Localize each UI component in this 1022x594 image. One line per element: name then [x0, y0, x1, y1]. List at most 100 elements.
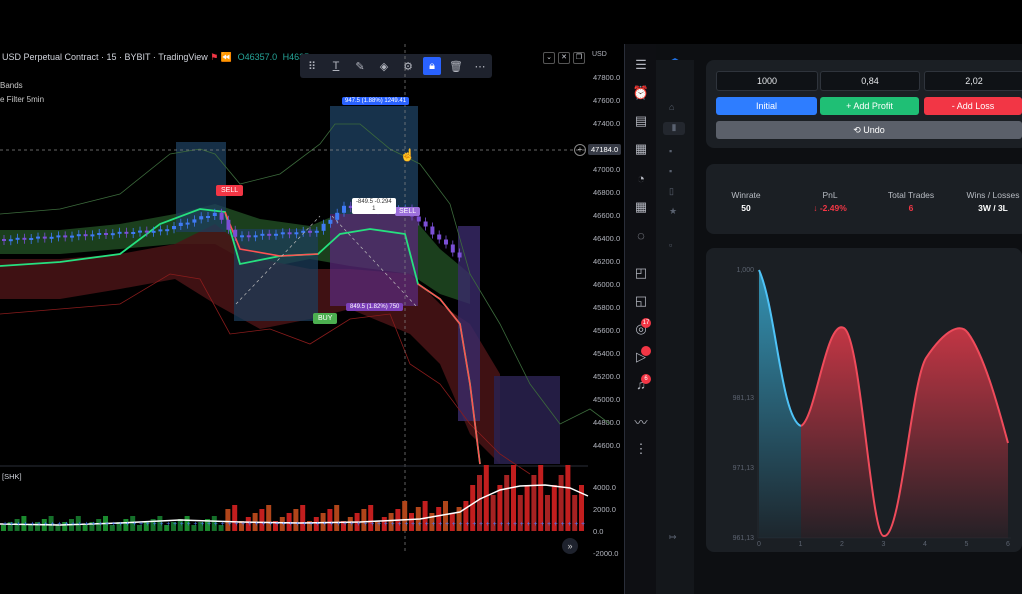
copy-icon[interactable]: ▫ — [669, 240, 672, 250]
tradingview-chart[interactable]: USD Perpetual Contract · 15 · BYBIT · Tr… — [0, 0, 624, 594]
initial-button[interactable]: Initial — [716, 97, 817, 115]
price-tick-label: 47800.0 — [593, 73, 620, 82]
position-box — [234, 229, 318, 321]
candle — [246, 235, 251, 238]
signal-marker: + — [438, 521, 442, 528]
candle — [294, 232, 299, 235]
logout-icon[interactable]: ↦ — [669, 532, 677, 543]
equity-x-tick: 0 — [757, 541, 761, 548]
signal-marker: + — [119, 521, 123, 528]
grid-icon[interactable]: ▪ — [669, 166, 672, 176]
price-tick-label: 46000.0 — [593, 280, 620, 289]
candle — [97, 233, 102, 235]
signal-marker: + — [105, 521, 109, 528]
candle — [206, 216, 210, 218]
add-profit-button[interactable]: + Add Profit — [820, 97, 919, 115]
signal-marker: + — [527, 521, 531, 528]
candle — [76, 234, 81, 237]
signal-marker: + — [64, 521, 68, 528]
equity-y-tick: 961,13 — [733, 535, 755, 542]
candle — [124, 231, 129, 234]
add-loss-button[interactable]: - Add Loss — [924, 97, 1022, 115]
data-window-icon[interactable]: ▤ — [632, 112, 650, 130]
signal-marker: + — [540, 521, 544, 528]
candle — [117, 231, 122, 234]
timer-icon[interactable]: ◔ — [632, 170, 650, 188]
undo-button[interactable]: ⟲ Undo — [716, 121, 1022, 139]
equity-x-tick: 4 — [923, 541, 927, 548]
signal-marker: + — [425, 521, 429, 528]
candle — [144, 230, 149, 233]
candle — [280, 232, 285, 235]
alarm-clock-icon[interactable]: ⏰ — [632, 84, 650, 102]
sell-signal-tag: SELL — [216, 185, 244, 196]
chat-icon[interactable]: ◰ — [632, 264, 650, 282]
volume-axis: 4000.0 2000.0 0.0 -2000.0 — [593, 483, 618, 558]
pine-icon[interactable]: 〰 — [632, 414, 650, 432]
stat-pnl: PnL ↓ -2.49% — [800, 190, 860, 213]
list-icon[interactable]: ▪ — [669, 146, 672, 156]
signal-marker: + — [377, 521, 381, 528]
signal-marker: + — [193, 521, 197, 528]
star-icon[interactable]: ★ — [669, 206, 677, 217]
sub-pane-label: [SHK] — [2, 472, 22, 481]
dom-icon[interactable]: ⋮ — [632, 440, 650, 458]
price-tick-label: 46600.0 — [593, 211, 620, 220]
signal-marker: + — [10, 521, 14, 528]
candle — [199, 216, 204, 220]
price-chart[interactable]: 47800.047600.047400.047200.047000.046800… — [0, 44, 624, 594]
stat-total-trades: Total Trades 6 — [876, 190, 946, 213]
signal-marker: + — [289, 521, 293, 528]
price-tick-label: 45200.0 — [593, 372, 620, 381]
signal-marker: + — [343, 521, 347, 528]
candle — [8, 239, 13, 242]
signal-marker: + — [370, 521, 374, 528]
signal-marker: + — [581, 521, 585, 528]
app-sidebar: ⌂ ▮ ▪ ▪ ▯ ★ ▫ ↦ — [656, 60, 694, 594]
signal-marker: + — [112, 521, 116, 528]
candle — [219, 212, 224, 220]
price-tick-label: 44800.0 — [593, 418, 620, 427]
news-icon[interactable]: ▦ — [632, 140, 650, 158]
signal-marker: + — [363, 521, 367, 528]
signal-marker: + — [221, 521, 225, 528]
messages-icon[interactable]: ◱ — [632, 292, 650, 310]
stat-label: Total Trades — [887, 190, 935, 200]
position-box — [494, 376, 560, 464]
profit-input[interactable]: 0,84 — [820, 71, 920, 91]
candle — [22, 237, 27, 240]
candle — [342, 205, 346, 213]
signal-marker: + — [574, 521, 578, 528]
watchlist-icon[interactable]: ☰ — [632, 56, 650, 74]
signal-marker: + — [445, 521, 449, 528]
calendar-icon[interactable]: ▦ — [632, 198, 650, 216]
signal-marker: + — [465, 521, 469, 528]
signal-marker: + — [316, 521, 320, 528]
price-tick-label: 47000.0 — [593, 165, 620, 174]
signal-marker: + — [234, 521, 238, 528]
signal-marker: + — [309, 521, 313, 528]
candle — [185, 222, 190, 225]
price-tick-label: 44600.0 — [593, 441, 620, 450]
signal-marker: + — [329, 521, 333, 528]
plus-icon[interactable]: + — [574, 144, 586, 156]
equity-curve-chart[interactable]: 1,000 981,13 971,13 961,13 0 1 2 3 4 5 6 — [706, 248, 1022, 552]
candle — [212, 212, 217, 216]
stat-winrate: Winrate 50 — [716, 190, 776, 213]
signal-marker: + — [78, 521, 82, 528]
equity-x-tick: 2 — [840, 541, 844, 548]
file-icon[interactable]: ▯ — [669, 186, 674, 197]
position-info-label[interactable]: -849.5 -0.294 1 — [352, 198, 396, 214]
initial-balance-input[interactable]: 1000 — [716, 71, 818, 91]
candle — [90, 234, 95, 237]
signal-marker: + — [397, 521, 401, 528]
equity-y-tick: 971,13 — [733, 465, 755, 472]
loss-input[interactable]: 2,02 — [924, 71, 1022, 91]
candle — [70, 235, 74, 238]
scroll-right-icon[interactable]: » — [562, 538, 578, 554]
ideas-icon[interactable]: ◌ — [632, 227, 650, 245]
signal-marker: + — [180, 521, 184, 528]
volume-tick-label: 4000.0 — [593, 483, 616, 492]
chart-icon[interactable]: ▮ — [663, 122, 685, 135]
home-icon[interactable]: ⌂ — [669, 102, 674, 112]
